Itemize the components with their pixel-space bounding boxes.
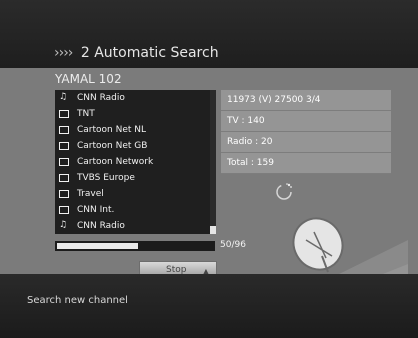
- page-title-text: 2 Automatic Search: [80, 45, 219, 61]
- channel-name: CNN Radio: [77, 221, 125, 231]
- scrollbar-thumb[interactable]: [210, 226, 216, 234]
- tv-icon: [59, 190, 69, 198]
- total-count: Total : 159: [221, 153, 391, 174]
- radio-icon: ♫: [59, 92, 68, 102]
- search-progress-bar: [55, 241, 215, 251]
- tv-icon: [59, 174, 69, 182]
- channel-name: Travel: [77, 189, 104, 199]
- list-item[interactable]: Cartoon Net GB: [55, 138, 207, 154]
- breadcrumb-arrows-icon: ››››: [54, 45, 73, 61]
- loading-icon: [276, 183, 292, 200]
- list-item[interactable]: Cartoon Network: [55, 154, 207, 170]
- tv-icon: [59, 142, 69, 150]
- automatic-search-screen: ›››› 2 Automatic Search YAMAL 102 ♫ CNN …: [0, 0, 418, 338]
- tv-count: TV : 140: [221, 111, 391, 132]
- list-scrollbar[interactable]: [210, 90, 216, 234]
- tv-icon: [59, 158, 69, 166]
- list-item[interactable]: Travel: [55, 186, 207, 202]
- list-item[interactable]: ♫ CNN Radio: [55, 218, 207, 234]
- channel-name: Cartoon Net NL: [77, 125, 147, 135]
- status-hint: Search new channel: [27, 295, 128, 306]
- list-item[interactable]: Cartoon Net NL: [55, 122, 207, 138]
- tv-icon: [59, 206, 69, 214]
- list-item[interactable]: TNT: [55, 106, 207, 122]
- footer-bar: [0, 274, 418, 338]
- transponder-info: 11973 (V) 27500 3/4: [221, 90, 391, 111]
- tv-icon: [59, 126, 69, 134]
- channel-name: CNN Int.: [77, 205, 115, 215]
- channel-name: Cartoon Net GB: [77, 141, 148, 151]
- transponder-text: 11973 (V) 27500 3/4: [227, 95, 321, 105]
- list-item[interactable]: TVBS Europe: [55, 170, 207, 186]
- total-count-text: Total : 159: [227, 158, 274, 168]
- channel-list[interactable]: ♫ CNN Radio TNT Cartoon Net NL Cartoon N…: [55, 90, 215, 234]
- radio-count: Radio : 20: [221, 132, 391, 153]
- channel-name: TVBS Europe: [77, 173, 135, 183]
- tv-count-text: TV : 140: [227, 116, 265, 126]
- channel-name: CNN Radio: [77, 93, 125, 103]
- radio-icon: ♫: [59, 220, 68, 230]
- satellite-name: YAMAL 102: [55, 72, 122, 86]
- tv-icon: [59, 110, 69, 118]
- channel-name: TNT: [77, 109, 95, 119]
- channel-name: Cartoon Network: [77, 157, 154, 167]
- list-item[interactable]: CNN Int.: [55, 202, 207, 218]
- page-title: ›››› 2 Automatic Search: [54, 45, 219, 61]
- list-item[interactable]: ♫ CNN Radio: [55, 90, 207, 106]
- radio-count-text: Radio : 20: [227, 137, 273, 147]
- progress-fill: [57, 243, 138, 249]
